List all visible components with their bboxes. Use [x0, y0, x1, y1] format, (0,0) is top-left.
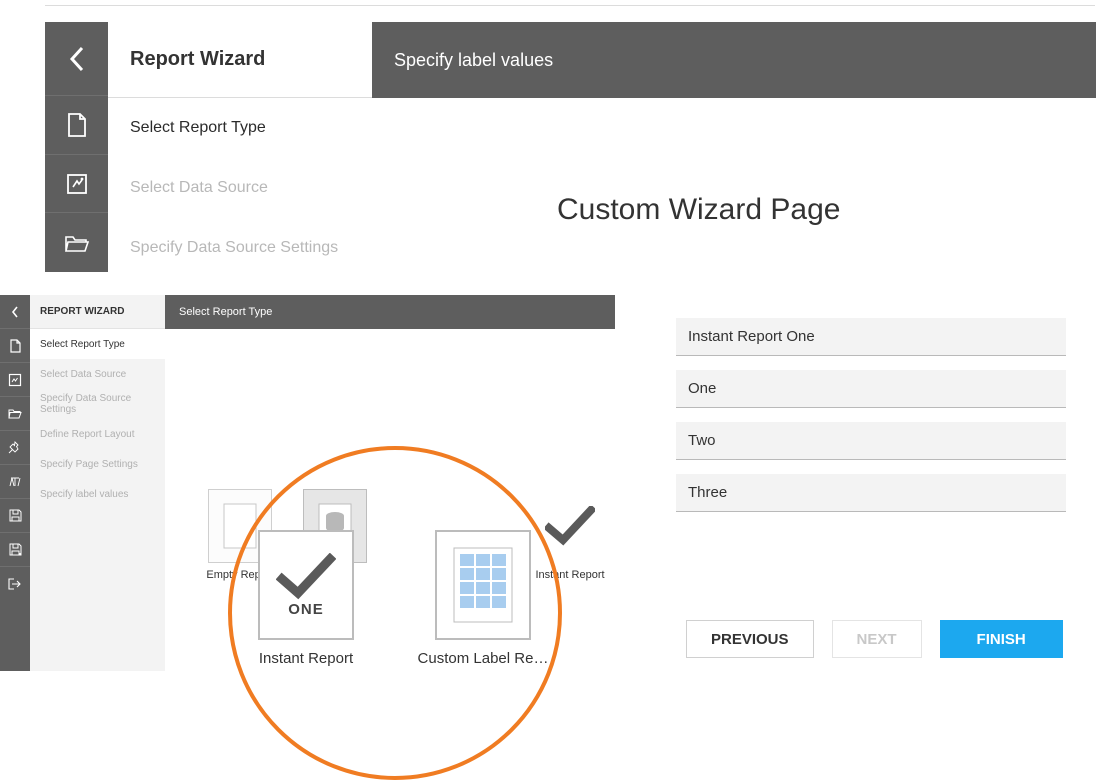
mini-step-specify-page-settings: Specify Page Settings — [30, 449, 165, 479]
zoom-label: Instant Report — [258, 650, 354, 667]
custom-page-title: Custom Wizard Page — [557, 193, 840, 227]
label-value-field[interactable] — [688, 318, 1054, 355]
open-folder-icon-button[interactable] — [45, 213, 108, 272]
zoom-custom-label-report[interactable]: Custom Label Re… — [408, 530, 558, 667]
folder-open-icon — [64, 233, 90, 253]
new-report-icon[interactable] — [45, 96, 108, 155]
document-icon — [9, 339, 21, 353]
wizard-icon-sidebar — [45, 22, 108, 272]
mini-ds-icon[interactable] — [0, 363, 30, 397]
folder-open-icon — [8, 408, 22, 419]
mini-icon-sidebar — [0, 295, 30, 671]
back-button[interactable] — [45, 22, 108, 96]
custom-label-zoom-box — [435, 530, 531, 640]
finish-button[interactable]: FINISH — [940, 620, 1063, 658]
pin-icon — [8, 441, 22, 455]
mini-step-specify-label-values: Specify label values — [30, 479, 165, 509]
mini-save-icon[interactable] — [0, 499, 30, 533]
chevron-left-icon — [11, 306, 19, 318]
mini-save2-icon[interactable] — [0, 533, 30, 567]
datasource-icon-button[interactable] — [45, 155, 108, 214]
label-value-field[interactable] — [688, 474, 1054, 511]
mini-wizard-subtitle: Select Report Type — [165, 295, 615, 329]
mini-back-button[interactable] — [0, 295, 30, 329]
zoom-instant-report[interactable]: ONE Instant Report — [258, 530, 354, 667]
mini-step-define-report-layout: Define Report Layout — [30, 419, 165, 449]
blank-page-icon — [220, 500, 260, 552]
label-value-input-1[interactable] — [676, 370, 1066, 408]
label-value-field[interactable] — [688, 422, 1054, 459]
next-button: NEXT — [832, 620, 922, 658]
mini-step-select-report-type[interactable]: Select Report Type — [30, 329, 165, 359]
text-icon — [8, 475, 22, 489]
save-icon — [9, 509, 22, 522]
chevron-left-icon — [69, 46, 85, 72]
wizard-subtitle: Specify label values — [372, 22, 1096, 98]
magic-box-icon — [65, 172, 89, 196]
check-icon — [276, 553, 336, 601]
divider — [45, 5, 1095, 6]
mini-folder-icon[interactable] — [0, 397, 30, 431]
mini-exit-icon[interactable] — [0, 567, 30, 601]
mini-wizard-title: REPORT WIZARD — [30, 295, 165, 329]
mini-steps-list: Select Report Type Select Data Source Sp… — [30, 329, 165, 671]
wizard-step-specify-data-source-settings: Specify Data Source Settings — [108, 218, 372, 278]
wizard-title: Report Wizard — [108, 22, 372, 98]
mini-page-icon[interactable] — [0, 465, 30, 499]
instant-report-zoom-box: ONE — [258, 530, 354, 640]
label-grid-icon — [448, 542, 518, 628]
wizard-buttons: PREVIOUS NEXT FINISH — [686, 620, 1063, 658]
label-value-input-2[interactable] — [676, 422, 1066, 460]
save-alt-icon — [9, 543, 22, 556]
label-value-field[interactable] — [688, 370, 1054, 407]
label-value-input-0[interactable] — [676, 318, 1066, 356]
wizard-step-select-data-source: Select Data Source — [108, 158, 372, 218]
exit-icon — [8, 578, 22, 590]
mini-layout-icon[interactable] — [0, 431, 30, 465]
previous-button[interactable]: PREVIOUS — [686, 620, 814, 658]
magic-box-icon — [8, 373, 22, 387]
mini-new-icon[interactable] — [0, 329, 30, 363]
mini-step-specify-data-source-settings: Specify Data Source Settings — [30, 389, 165, 419]
zoom-label: Custom Label Re… — [408, 650, 558, 667]
mini-step-select-data-source: Select Data Source — [30, 359, 165, 389]
wizard-step-select-report-type[interactable]: Select Report Type — [108, 98, 372, 158]
wizard-steps-list: Select Report Type Select Data Source Sp… — [108, 98, 372, 278]
instant-badge: ONE — [288, 601, 324, 618]
label-value-input-3[interactable] — [676, 474, 1066, 512]
document-icon — [66, 112, 88, 138]
